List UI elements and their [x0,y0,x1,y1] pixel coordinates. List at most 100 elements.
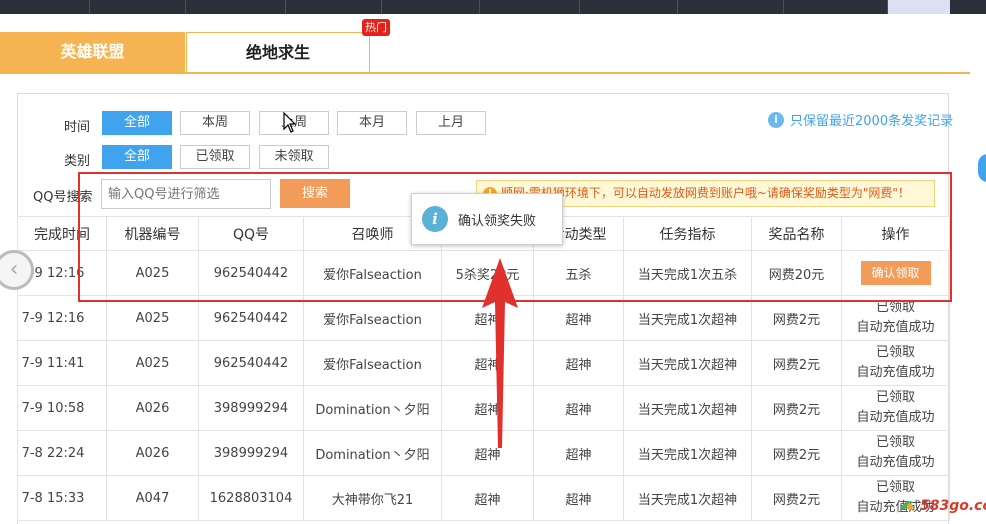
header-qq: QQ号 [198,216,304,251]
toast-message: 确认领奖失败 [458,213,537,229]
cell-task-target: 当天完成1次超神 [623,385,752,431]
cell-task-target: 当天完成1次五杀 [623,250,752,296]
time-filter-this-month[interactable]: 本月 [337,111,407,135]
cell-task-target: 当天完成1次超神 [623,475,752,521]
cell-summoner: 大神带你飞21 [303,475,442,521]
time-filter-label: 时间 [64,120,91,135]
time-filter-this-week[interactable]: 本周 [180,111,250,135]
top-bar-segment [580,0,678,14]
cell-activity-type: 超神 [533,385,624,431]
cell-time: 7-9 11:41 [17,340,107,386]
cell-action: 确认领取 [841,250,950,296]
info-icon: i [768,111,784,128]
cell-summoner: Domination丶夕阳 [303,430,442,476]
cell-qq: 1628803104 [198,475,304,521]
status-claimed: 已领取 [875,435,915,450]
time-filter-last-month[interactable]: 上月 [416,111,486,135]
cell-task-target: 当天完成1次超神 [623,340,752,386]
info-icon: i [422,206,448,232]
side-float-button[interactable] [978,154,986,182]
cell-machine: A047 [106,475,199,521]
cell-activity-type: 超神 [533,340,624,386]
tab-lol[interactable]: 英雄联盟 [0,32,185,72]
cell-machine: A025 [106,340,199,386]
category-filter-claimed[interactable]: 已领取 [180,145,250,169]
cell-prize-name: 网费2元 [751,475,842,521]
tab-pubg[interactable]: 绝地求生 [186,32,370,72]
status-auto-topup: 自动充值成功 [856,320,935,335]
status-claimed: 已领取 [875,300,915,315]
status-claimed: 已领取 [875,480,915,495]
mouse-cursor-icon [283,112,297,133]
category-filter-all[interactable]: 全部 [102,145,172,169]
cell-activity-type: 超神 [533,430,624,476]
header-time: 完成时间 [17,216,107,251]
cell-machine: A026 [106,430,199,476]
top-bar-segment [286,0,382,14]
cell-time: 7-8 22:24 [17,430,107,476]
top-bar-segment [90,0,186,14]
cell-task-target: 当天完成1次超神 [623,295,752,341]
status-claimed: 已领取 [875,345,915,360]
cell-qq: 398999294 [198,430,304,476]
cell-summoner: 爱你Falseaction [303,295,442,341]
cell-prize-name: 网费2元 [751,340,842,386]
category-filter-label: 类别 [64,154,91,169]
cell-machine: A025 [106,250,199,296]
header-machine: 机器编号 [106,216,199,251]
search-button[interactable]: 搜索 [280,179,350,208]
cell-time: 7-9 12:16 [17,295,107,341]
cell-qq: 962540442 [198,340,304,386]
cell-qq: 962540442 [198,250,304,296]
game-tab-bar: 英雄联盟 绝地求生 [0,32,970,74]
cell-summoner: 爱你Falseaction [303,250,442,296]
status-auto-topup: 自动充值成功 [856,455,935,470]
cell-qq: 398999294 [198,385,304,431]
cell-activity-type: 超神 [533,475,624,521]
status-auto-topup: 自动充值成功 [856,410,935,425]
time-filter-all[interactable]: 全部 [102,111,172,135]
cell-qq: 962540442 [198,295,304,341]
top-bar-highlight [888,0,950,14]
top-browser-bar [0,0,986,14]
top-bar-segment [186,0,286,14]
cell-prize-name: 网费2元 [751,295,842,341]
retention-notice: i 只保留最近2000条发奖记录 [768,110,953,129]
cell-action: 已领取 自动充值成功 [841,340,950,386]
top-bar-segment [0,0,90,14]
cell-activity-type: 五杀 [533,250,624,296]
cell-summoner: 爱你Falseaction [303,340,442,386]
cell-reward: 超神 [441,475,534,521]
header-prize-name: 奖品名称 [751,216,842,251]
cell-machine: A025 [106,295,199,341]
retention-notice-text: 只保留最近2000条发奖记录 [790,114,954,129]
hot-badge: 热门 [362,19,390,36]
status-claimed: 已领取 [875,390,915,405]
top-bar-segment [480,0,580,14]
watermark: 583go.com [920,498,986,514]
cell-time: 7-9 10:58 [17,385,107,431]
cell-machine: A026 [106,385,199,431]
table-row: 7-8 15:33 A047 1628803104 大神带你飞21 超神 超神 … [17,475,950,521]
cell-task-target: 当天完成1次超神 [623,430,752,476]
cell-prize-name: 网费2元 [751,430,842,476]
top-bar-segment [382,0,480,14]
qq-search-input[interactable] [101,179,271,209]
cell-action: 已领取 自动充值成功 [841,295,950,341]
header-action: 操作 [841,216,950,251]
category-filter-unclaimed[interactable]: 未领取 [259,145,329,169]
cell-time: 7-8 15:33 [17,475,107,521]
top-bar-segment [784,0,888,14]
top-bar-segment [678,0,784,14]
confirm-claim-button[interactable]: 确认领取 [860,261,931,285]
cell-summoner: Domination丶夕阳 [303,385,442,431]
qq-search-label: QQ号搜索 [33,190,93,205]
cell-activity-type: 超神 [533,295,624,341]
watermark-logo-icon [900,501,914,510]
status-auto-topup: 自动充值成功 [856,365,935,380]
cell-action: 已领取 自动充值成功 [841,385,950,431]
cell-prize-name: 网费20元 [751,250,842,296]
header-task-target: 任务指标 [623,216,752,251]
claim-failed-toast: i 确认领奖失败 [411,193,563,245]
cell-prize-name: 网费2元 [751,385,842,431]
